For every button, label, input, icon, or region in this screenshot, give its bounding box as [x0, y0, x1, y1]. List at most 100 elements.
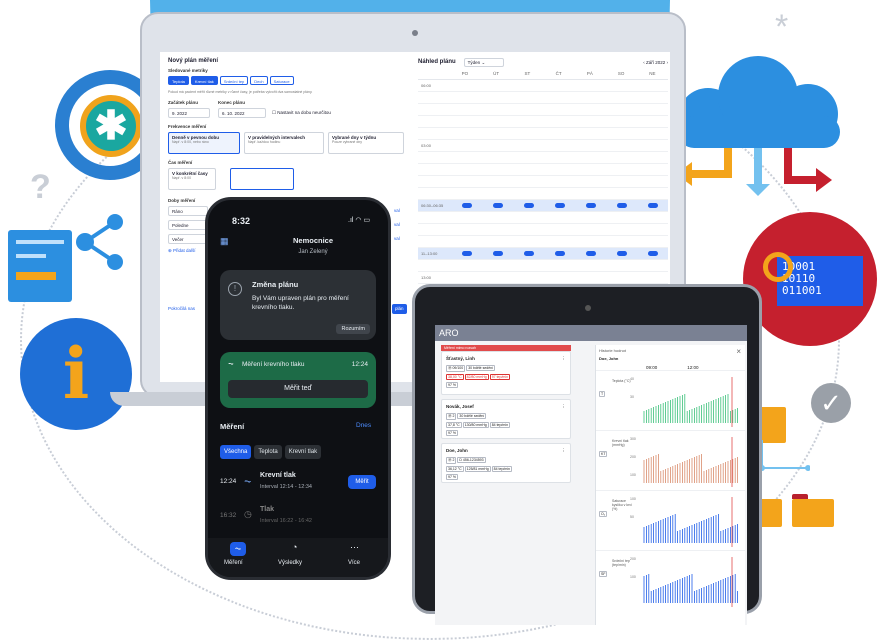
save-button[interactable]: plán [392, 304, 407, 314]
nav-measure[interactable]: Měření [224, 560, 243, 566]
item-time: 16:32 [220, 512, 237, 519]
close-icon[interactable]: × [736, 347, 741, 356]
item-sub: Interval 12:14 - 12:34 [260, 484, 312, 490]
patient-card[interactable]: Novák, Josef ⋮ Ⓜ 2 30 bdělé sedění 37,8 °C… [441, 399, 571, 439]
time-option[interactable]: V konkrétní časy Např. v 8:00 [168, 168, 216, 190]
acknowledge-button[interactable]: Rozumím [336, 324, 370, 334]
chip-saturace[interactable]: Saturace [269, 76, 294, 85]
calendar-cell[interactable] [483, 202, 514, 209]
patient-card[interactable]: Šťastný, Linh ⋮ Ⓜ 09/100 30 bdělé sedění 3… [441, 351, 571, 395]
dose-side-link[interactable]: val [394, 208, 400, 213]
axis-tick: 40 [630, 377, 634, 381]
scheduled-measurement[interactable] [616, 202, 627, 208]
freq-option[interactable]: V pravidelných intervalech Např. každou h… [244, 132, 324, 154]
scheduled-measurement[interactable] [647, 250, 658, 256]
filter-blood-pressure[interactable]: Krevní tlak [284, 445, 322, 459]
chip-dech[interactable]: Dech [250, 76, 268, 85]
scheduled-measurement[interactable] [616, 250, 627, 256]
calendar-day-header: ST [524, 71, 531, 76]
more-icon[interactable]: ⋯ [350, 542, 359, 553]
calendar-cell[interactable] [545, 202, 576, 209]
dose-side-link[interactable]: val [394, 236, 400, 241]
scheduled-measurement[interactable] [493, 250, 504, 256]
measure-icon[interactable]: ⏦ [230, 542, 246, 556]
today-link[interactable]: Dnes [356, 422, 371, 429]
calendar-cell[interactable] [575, 202, 606, 209]
nav-results[interactable]: Výsledky [278, 560, 302, 566]
history-row: SF Srdeční tep (tep/min) 200 100 [596, 550, 745, 610]
start-date-field[interactable]: 9. 2022 [168, 108, 210, 118]
calendar-day-header: PÁ [586, 71, 593, 76]
history-sparkline [643, 497, 738, 547]
indefinite-checkbox[interactable]: ☐ Nastavit na dobu neurčitou [272, 110, 331, 116]
nav-more[interactable]: Více [348, 560, 360, 566]
calendar-cell[interactable] [575, 250, 606, 257]
calendar-cell[interactable] [637, 250, 668, 257]
scheduled-measurement[interactable] [462, 250, 473, 256]
tablet: ARO Měření mimo rozsah Šťastný, Linh ⋮ Ⓜ … [412, 284, 762, 625]
time-option-alt[interactable] [230, 168, 294, 190]
preview-month[interactable]: ‹ Září 2022 › [643, 60, 668, 65]
calendar-row [418, 104, 668, 116]
building-icon: ▦ [220, 236, 229, 246]
end-date-field[interactable]: 6. 10. 2022 [218, 108, 266, 118]
scheduled-measurement[interactable] [524, 250, 535, 256]
calendar-time: 06:00 [421, 83, 432, 88]
scheduled-measurement[interactable] [647, 202, 658, 208]
axis-tick: 50 [630, 515, 634, 519]
metric-label: Saturace kyslíku v krvi (%) [612, 499, 632, 511]
scheduled-measurement[interactable] [462, 202, 473, 208]
chip-krevni-tlak[interactable]: Krevní tlak [190, 76, 218, 85]
dose-side-link[interactable]: val [394, 222, 400, 227]
calendar-cell[interactable] [637, 202, 668, 209]
freq-option[interactable]: Denně v pevnou dobu Např. v 8:00, nebo rá… [168, 132, 240, 154]
chip-teplota[interactable]: Teplota [168, 76, 189, 85]
calendar-cell[interactable] [483, 250, 514, 257]
measure-now-button[interactable]: Měřit teď [228, 380, 368, 398]
scheduled-measurement[interactable] [524, 202, 535, 208]
filter-all[interactable]: Všechna [220, 445, 252, 459]
calendar-cell[interactable] [452, 250, 483, 257]
form-title: Nový plán měření [168, 58, 219, 64]
metric-label: Krevní tlak (mmHg) [612, 439, 629, 447]
calendar-time-col [418, 68, 449, 79]
scheduled-measurement[interactable] [493, 202, 504, 208]
calendar-cell[interactable] [514, 250, 545, 257]
calendar-cell[interactable] [452, 202, 483, 209]
folder-icon [792, 494, 834, 527]
notice-text: Byl Vám upraven plán pro měření krevního… [252, 295, 349, 311]
filter-temperature[interactable]: Teplota [254, 445, 282, 459]
calendar-cell[interactable] [606, 202, 637, 209]
cloud-icon [668, 56, 868, 196]
question-icon: ? [30, 168, 51, 206]
advanced-link[interactable]: Pokročilá nas [168, 306, 195, 311]
calendar-cell[interactable] [514, 202, 545, 209]
calendar-cell[interactable] [545, 250, 576, 257]
scheduled-measurement[interactable] [554, 250, 565, 256]
calendar-row [418, 116, 668, 128]
metric-code: KT [599, 451, 608, 457]
start-label: Začátek plánu [168, 100, 199, 105]
dose-field[interactable]: Ráno [168, 206, 208, 216]
calendar-row [418, 164, 668, 176]
calendar-cell[interactable] [606, 250, 637, 257]
scheduled-measurement[interactable] [585, 202, 596, 208]
calendar-day-header: SO [617, 71, 625, 76]
phone: 8:32 .ıl ◠ ▭ ▦ Nemocnice Jan Zelený ! Zm… [205, 197, 391, 580]
dose-field[interactable]: Večer [168, 234, 208, 244]
calendar-row [418, 128, 668, 140]
metrics-label: Sledované metriky [168, 68, 208, 73]
calendar-day-header: PO [461, 71, 469, 76]
add-dose-link[interactable]: ⊕ Přidat další [168, 248, 196, 254]
freq-option[interactable]: Vybrané dny v týdnu Pouze vybrané dny [328, 132, 404, 154]
scheduled-measurement[interactable] [585, 250, 596, 256]
scheduled-measurement[interactable] [554, 202, 565, 208]
dose-field[interactable]: Poledne [168, 220, 208, 230]
chip-srdecni-tep[interactable]: Srdeční tep [219, 76, 249, 85]
measure-button[interactable]: Měřit [348, 475, 376, 489]
preview-range-select[interactable]: Týden ⌄ [463, 57, 504, 67]
results-icon[interactable]: ◔ [292, 542, 297, 552]
patient-card[interactable]: Doe, John ⋮ Ⓜ 2D 456-1234593 36,12 °C 125/… [441, 443, 571, 483]
share-icon [70, 212, 130, 272]
metric-chips: Teplota Krevní tlak Srdeční tep Dech Saturac… [168, 76, 296, 85]
